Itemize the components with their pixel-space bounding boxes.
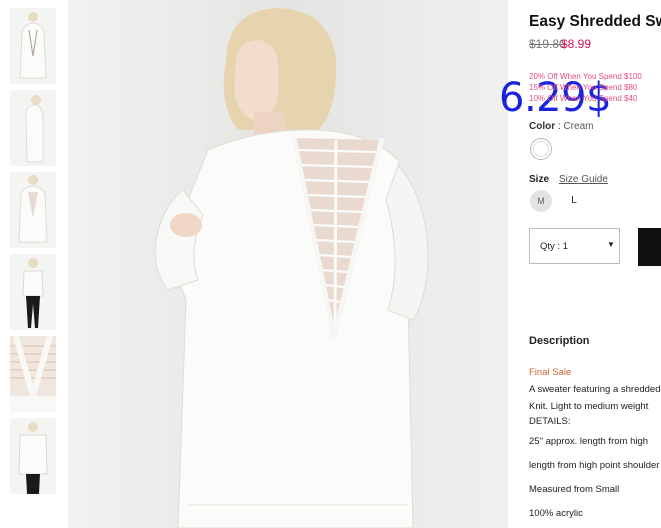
quantity-value: Qty : 1	[540, 241, 568, 252]
thumbnail-6[interactable]	[10, 418, 56, 494]
product-title: Easy Shredded Sweater	[529, 13, 661, 30]
description-line: 25" approx. length from high	[529, 436, 649, 447]
description-line: 100% acrylic	[529, 508, 583, 519]
color-label-row: Color : Cream	[529, 121, 593, 132]
promo-line-1: 20% Off When You Spend $100	[529, 72, 642, 81]
chevron-down-icon: ▼	[607, 240, 615, 249]
thumbnail-2[interactable]	[10, 90, 56, 166]
thumbnail-5[interactable]	[10, 336, 56, 412]
color-label: Color	[529, 121, 556, 132]
thumbnail-3[interactable]	[10, 172, 56, 248]
description-line: A sweater featuring a shredded	[529, 384, 661, 395]
size-guide-link[interactable]: Size Guide	[559, 174, 608, 185]
thumbnail-4[interactable]	[10, 254, 56, 330]
promo-line-2: 15% Off When You Spend $80	[529, 83, 638, 92]
size-option-m[interactable]: M	[530, 190, 552, 212]
description-line: length from high point shoulder	[529, 460, 660, 471]
size-option-l[interactable]: L	[567, 190, 581, 212]
description-heading: Description	[529, 335, 590, 347]
sale-price: $8.99	[561, 37, 592, 51]
size-label: Size	[529, 174, 550, 185]
final-sale-label: Final Sale	[529, 367, 572, 378]
product-info-panel: Easy Shredded Sweater $19.80 $8.99 20% O…	[529, 0, 661, 528]
description-line: Measured from Small	[529, 484, 620, 495]
add-to-bag-button[interactable]	[638, 228, 661, 266]
description-line: Knit. Light to medium weight	[529, 401, 649, 412]
main-product-image	[68, 0, 508, 528]
color-separator: :	[557, 121, 561, 132]
description-line: DETAILS:	[529, 416, 571, 427]
color-swatch-cream[interactable]	[530, 138, 552, 160]
quantity-select[interactable]: Qty : 1 ▼	[529, 228, 620, 264]
promo-line-3: 10% Off When You Spend $40	[529, 94, 638, 103]
color-value: Cream	[563, 121, 594, 132]
thumbnail-1[interactable]	[10, 8, 56, 84]
